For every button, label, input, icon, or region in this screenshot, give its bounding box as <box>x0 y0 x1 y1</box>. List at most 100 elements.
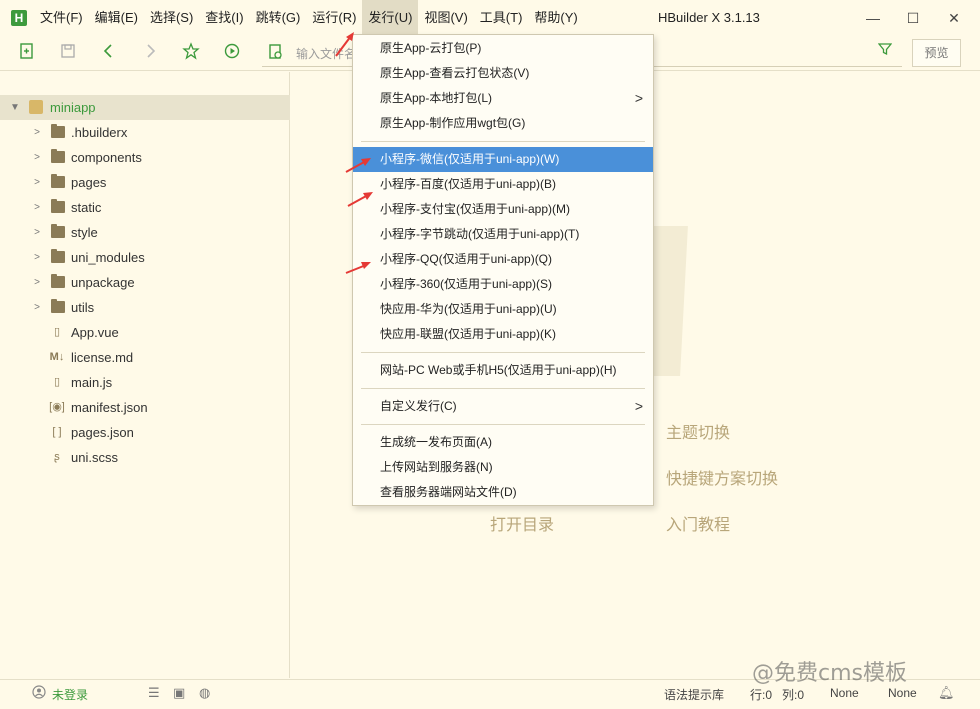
chevron-right-icon[interactable]: > <box>32 295 42 320</box>
folder-icon <box>51 149 65 163</box>
chevron-right-icon[interactable]: > <box>32 270 42 295</box>
menu-item-mp-alipay[interactable]: 小程序-支付宝(仅适用于uni-app)(M) <box>353 197 653 222</box>
menu-item-mp-baidu[interactable]: 小程序-百度(仅适用于uni-app)(B) <box>353 172 653 197</box>
folder-icon <box>51 249 65 263</box>
star-icon[interactable] <box>180 42 202 64</box>
tree-item-style[interactable]: > style <box>0 220 290 245</box>
menu-item-quickapp-huawei[interactable]: 快应用-华为(仅适用于uni-app)(U) <box>353 297 653 322</box>
chevron-right-icon[interactable]: > <box>32 195 42 220</box>
encoding-indicator[interactable]: None <box>830 686 859 700</box>
folder-icon <box>51 199 65 213</box>
globe-icon[interactable]: ◍ <box>199 685 210 701</box>
menu-item-upload-server[interactable]: 上传网站到服务器(N) <box>353 455 653 480</box>
terminal-icon[interactable]: ▣ <box>173 685 185 701</box>
tree-item-main-js[interactable]: ▯ main.js <box>0 370 290 395</box>
save-icon[interactable] <box>57 42 79 64</box>
menu-run[interactable]: 运行(R) <box>306 0 362 36</box>
menu-item-app-cloud-pack[interactable]: 原生App-云打包(P) <box>353 36 653 61</box>
syntax-hint-library[interactable]: 语法提示库 <box>664 686 724 703</box>
chevron-right-icon[interactable]: > <box>32 220 42 245</box>
tree-item-unpackage[interactable]: > unpackage <box>0 270 290 295</box>
menu-item-app-cloud-status[interactable]: 原生App-查看云打包状态(V) <box>353 61 653 86</box>
tree-item-license-md[interactable]: M↓ license.md <box>0 345 290 370</box>
annotation-arrow-icon <box>347 192 373 207</box>
menu-item-app-wgt[interactable]: 原生App-制作应用wgt包(G) <box>353 111 653 136</box>
menu-file[interactable]: 文件(F) <box>34 0 89 36</box>
tree-item-uni-scss[interactable]: ʂ uni.scss <box>0 445 290 470</box>
tree-label: main.js <box>71 375 113 390</box>
menu-help[interactable]: 帮助(Y) <box>528 0 583 36</box>
folder-icon <box>51 124 65 138</box>
menu-goto[interactable]: 跳转(G) <box>250 0 307 36</box>
annotation-arrow-icon <box>335 32 354 57</box>
menu-view[interactable]: 视图(V) <box>418 0 473 36</box>
run-icon[interactable] <box>221 42 243 64</box>
chevron-down-icon[interactable]: ▼ <box>10 95 20 120</box>
new-file-icon[interactable] <box>16 42 38 64</box>
keymap-switch-link[interactable]: 快捷键方案切换 <box>666 465 778 489</box>
chevron-right-icon[interactable]: > <box>32 145 42 170</box>
menu-bar: H 文件(F) 编辑(E) 选择(S) 查找(I) 跳转(G) 运行(R) 发行… <box>0 0 980 36</box>
menu-publish[interactable]: 发行(U) <box>362 0 419 36</box>
tree-label: pages <box>71 175 107 190</box>
tree-label: static <box>71 200 102 215</box>
tree-label: uni.scss <box>71 450 118 465</box>
close-button[interactable]: ✕ <box>944 8 964 28</box>
chevron-right-icon[interactable]: > <box>32 170 42 195</box>
open-directory-link[interactable]: 打开目录 <box>490 511 554 535</box>
back-icon[interactable] <box>98 42 120 64</box>
tree-label: App.vue <box>71 325 119 340</box>
menu-edit[interactable]: 编辑(E) <box>89 0 144 36</box>
menu-item-quickapp-union[interactable]: 快应用-联盟(仅适用于uni-app)(K) <box>353 322 653 347</box>
scss-file-icon: ʂ <box>54 451 60 463</box>
tree-item-pages[interactable]: > pages <box>0 170 290 195</box>
bell-icon[interactable]: 🔔︎ <box>938 685 955 701</box>
tree-label: miniapp <box>50 100 96 115</box>
overlay-watermark-text: @免费cms模板 <box>752 661 907 686</box>
menu-find[interactable]: 查找(I) <box>199 0 249 36</box>
tree-item-hbuilderx[interactable]: > .hbuilderx <box>0 120 290 145</box>
js-file-icon: ▯ <box>53 376 61 388</box>
tree-item-pages-json[interactable]: [ ] pages.json <box>0 420 290 445</box>
menu-separator <box>361 141 645 142</box>
tree-label: components <box>71 150 142 165</box>
menu-select[interactable]: 选择(S) <box>144 0 199 36</box>
eol-indicator[interactable]: None <box>888 686 917 700</box>
forward-icon[interactable] <box>139 42 161 64</box>
login-status[interactable]: 未登录 <box>52 686 88 703</box>
tree-item-manifest-json[interactable]: [◉] manifest.json <box>0 395 290 420</box>
menu-item-publish-page[interactable]: 生成统一发布页面(A) <box>353 430 653 455</box>
minimize-button[interactable]: — <box>863 8 883 28</box>
preview-button[interactable]: 预览 <box>912 39 961 67</box>
filter-icon[interactable] <box>876 42 894 62</box>
tree-item-static[interactable]: > static <box>0 195 290 220</box>
tree-label: utils <box>71 300 95 315</box>
tree-item-components[interactable]: > components <box>0 145 290 170</box>
theme-switch-link[interactable]: 主题切换 <box>666 419 730 443</box>
menu-item-mp-weixin[interactable]: 小程序-微信(仅适用于uni-app)(W) <box>353 147 653 172</box>
menu-item-mp-qq[interactable]: 小程序-QQ(仅适用于uni-app)(Q) <box>353 247 653 272</box>
tree-item-utils[interactable]: > utils <box>0 295 290 320</box>
menu-item-mp-toutiao[interactable]: 小程序-字节跳动(仅适用于uni-app)(T) <box>353 222 653 247</box>
chevron-right-icon[interactable]: > <box>32 245 42 270</box>
menu-item-view-server-files[interactable]: 查看服务器端网站文件(D) <box>353 480 653 505</box>
chevron-right-icon[interactable]: > <box>32 120 42 145</box>
tree-project-miniapp[interactable]: ▼ miniapp <box>0 95 290 120</box>
tree-label: pages.json <box>71 425 134 440</box>
menu-item-mp-360[interactable]: 小程序-360(仅适用于uni-app)(S) <box>353 272 653 297</box>
list-icon[interactable]: ☰ <box>148 685 160 701</box>
user-icon[interactable] <box>32 685 46 702</box>
menu-tools[interactable]: 工具(T) <box>474 0 529 36</box>
json-file-icon: [ ] <box>52 426 62 438</box>
tree-item-uni-modules[interactable]: > uni_modules <box>0 245 290 270</box>
menu-items: 文件(F) 编辑(E) 选择(S) 查找(I) 跳转(G) 运行(R) 发行(U… <box>34 0 584 36</box>
maximize-button[interactable]: ☐ <box>903 8 923 28</box>
menu-item-web-h5[interactable]: 网站-PC Web或手机H5(仅适用于uni-app)(H) <box>353 358 653 383</box>
manifest-file-icon: [◉] <box>49 401 65 413</box>
tutorial-link[interactable]: 入门教程 <box>666 511 730 535</box>
tree-item-app-vue[interactable]: ▯ App.vue <box>0 320 290 345</box>
menu-item-custom-publish[interactable]: 自定义发行(C) > <box>353 394 653 419</box>
markdown-file-icon: M↓ <box>49 351 65 363</box>
menu-item-app-local-pack[interactable]: 原生App-本地打包(L) > <box>353 86 653 111</box>
tree-label: uni_modules <box>71 250 145 265</box>
